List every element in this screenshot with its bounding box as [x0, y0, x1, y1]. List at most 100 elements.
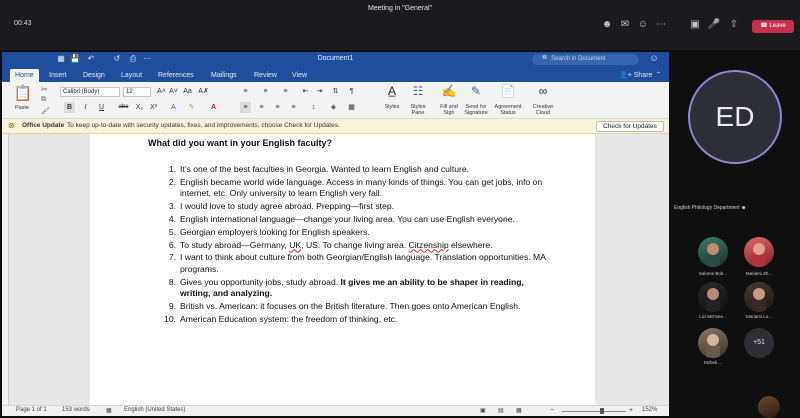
update-message: To keep up-to-date with security updates… — [67, 122, 340, 129]
camera-icon[interactable]: ▣ — [688, 18, 702, 32]
list-text: , US. To change living area. — [301, 239, 409, 250]
styles-icon[interactable]: A̲ — [384, 84, 400, 98]
show-marks-icon[interactable]: ¶ — [346, 86, 357, 97]
leave-button[interactable]: ☎ Leave — [752, 20, 794, 33]
align-left-icon[interactable]: ≡ — [240, 102, 251, 113]
avatar[interactable] — [698, 282, 728, 312]
tab-insert[interactable]: Insert — [44, 69, 72, 82]
borders-icon[interactable]: ▦ — [346, 102, 357, 113]
print-layout-icon[interactable]: ▣ — [480, 407, 486, 414]
language-status[interactable]: English (United States) — [124, 407, 185, 413]
chat-icon[interactable]: ✉ — [618, 18, 632, 32]
tab-layout[interactable]: Layout — [116, 69, 147, 82]
multilevel-list-icon[interactable]: ≡ — [280, 86, 291, 97]
align-right-icon[interactable]: ≡ — [272, 102, 283, 113]
tab-design[interactable]: Design — [78, 69, 110, 82]
people-icon[interactable]: ☻ — [600, 18, 614, 32]
creative-cloud-icon[interactable]: ∞ — [535, 84, 551, 98]
font-name-select[interactable]: Calibri (Body) — [60, 87, 120, 97]
list-item: 9. British vs. American: it focuses on th… — [162, 301, 552, 312]
underline-icon[interactable]: U — [96, 102, 107, 113]
close-update-icon[interactable]: ⊗ — [8, 121, 15, 130]
share-icon[interactable]: ⇧ — [727, 18, 741, 32]
more-icon[interactable]: ⋯ — [654, 18, 668, 32]
align-center-icon[interactable]: ≡ — [256, 102, 267, 113]
justify-icon[interactable]: ≡ — [288, 102, 299, 113]
read-mode-icon[interactable]: ▦ — [516, 407, 522, 414]
collapse-ribbon-icon[interactable]: ⌃ — [651, 69, 666, 82]
sort-icon[interactable]: ⇅ — [330, 86, 341, 97]
font-name-value: Calibri (Body) — [63, 89, 100, 95]
subscript-icon[interactable]: X₂ — [134, 102, 145, 113]
spelling-flag[interactable]: Citzenship — [409, 240, 449, 250]
format-painter-icon[interactable]: 🖌 — [41, 107, 50, 115]
zoom-out-icon[interactable]: − — [550, 407, 558, 415]
self-avatar: ED — [688, 70, 782, 164]
italic-icon[interactable]: I — [80, 102, 91, 113]
check-for-updates-button[interactable]: Check for Updates — [596, 121, 664, 132]
list-text: English became world wide language. Acce… — [180, 176, 543, 199]
strikethrough-icon[interactable]: abc — [118, 102, 129, 113]
zoom-slider[interactable] — [562, 411, 626, 412]
list-text: I want to think about culture from both … — [180, 252, 546, 274]
search-input[interactable]: 🔍 Search in Document — [532, 54, 639, 65]
list-number: 3. — [168, 201, 176, 212]
avatar[interactable] — [698, 237, 728, 267]
superscript-icon[interactable]: X² — [148, 102, 159, 113]
tab-home[interactable]: Home — [10, 69, 39, 82]
creative-cloud-label: Creative Cloud — [532, 104, 554, 116]
web-layout-icon[interactable]: ▤ — [498, 407, 504, 414]
page-count[interactable]: Page 1 of 1 — [16, 407, 47, 413]
change-case-icon[interactable]: Aa — [182, 86, 193, 97]
cut-icon[interactable]: ✂ — [41, 85, 48, 94]
spelling-flag[interactable]: UK — [289, 240, 301, 250]
highlight-icon[interactable]: ✎ — [186, 102, 197, 113]
agreement-status-icon[interactable]: 📄 — [500, 84, 516, 98]
avatar[interactable] — [744, 282, 774, 312]
avatar[interactable] — [744, 237, 774, 267]
list-text: English international language—change yo… — [180, 213, 515, 224]
agreement-status-label: Agreement Status — [494, 104, 522, 116]
zoom-in-icon[interactable]: + — [629, 407, 637, 415]
decrease-indent-icon[interactable]: ⇤ — [300, 86, 311, 97]
bullets-icon[interactable]: ≡ — [240, 86, 251, 97]
numbering-icon[interactable]: ≡ — [260, 86, 271, 97]
bold-icon[interactable]: B — [64, 102, 75, 113]
copy-icon[interactable]: ⧉ — [41, 96, 46, 104]
reactions-icon[interactable]: ☺ — [636, 18, 650, 32]
self-video-thumbnail[interactable] — [758, 396, 780, 418]
mic-icon[interactable]: 🎤 — [707, 18, 721, 32]
shrink-font-icon[interactable]: A˅ — [168, 86, 179, 97]
document-page[interactable]: What did you want in your English facult… — [90, 134, 595, 405]
more-participants-button[interactable]: +51 — [744, 328, 774, 358]
tab-view[interactable]: View — [287, 69, 312, 82]
text-effects-icon[interactable]: A — [168, 102, 179, 113]
word-window: ▦ 💾 ↶ ↺ ⎙ ⋯ Document1 🔍 Search in Docume… — [2, 52, 669, 416]
line-spacing-icon[interactable]: ↕ — [308, 102, 319, 113]
spellcheck-icon[interactable]: ▦ — [106, 407, 112, 414]
font-color-icon[interactable]: A — [208, 102, 219, 113]
tab-mailings[interactable]: Mailings — [206, 69, 242, 82]
tab-review[interactable]: Review — [249, 69, 282, 82]
shading-icon[interactable]: ◈ — [328, 102, 339, 113]
zoom-slider-thumb[interactable] — [600, 408, 604, 414]
font-size-select[interactable]: 12 — [123, 87, 151, 97]
styles-pane-icon[interactable]: ☷ — [410, 84, 426, 98]
participant-name: Mzbeli ... — [703, 360, 722, 365]
zoom-level[interactable]: 152% — [642, 407, 657, 413]
list-number: 2. — [168, 176, 176, 187]
grow-font-icon[interactable]: A˄ — [156, 86, 167, 97]
send-signature-icon[interactable]: ✎ — [468, 84, 484, 98]
word-count[interactable]: 153 words — [62, 407, 90, 413]
document-heading: What did you want in your English facult… — [148, 138, 333, 148]
smiley-feedback-icon[interactable]: ☺ — [649, 53, 659, 63]
clear-format-icon[interactable]: A✗ — [198, 86, 209, 97]
fill-sign-icon[interactable]: ✍ — [441, 84, 457, 98]
avatar[interactable] — [698, 328, 728, 358]
tab-references[interactable]: References — [153, 69, 199, 82]
list-item: 10. American Education system: the freedo… — [162, 314, 552, 325]
meeting-timer: 00:43 — [14, 20, 32, 27]
increase-indent-icon[interactable]: ⇥ — [314, 86, 325, 97]
participant-photo — [706, 288, 720, 312]
list-text: It’s one of the best faculties in Georgi… — [180, 164, 470, 174]
